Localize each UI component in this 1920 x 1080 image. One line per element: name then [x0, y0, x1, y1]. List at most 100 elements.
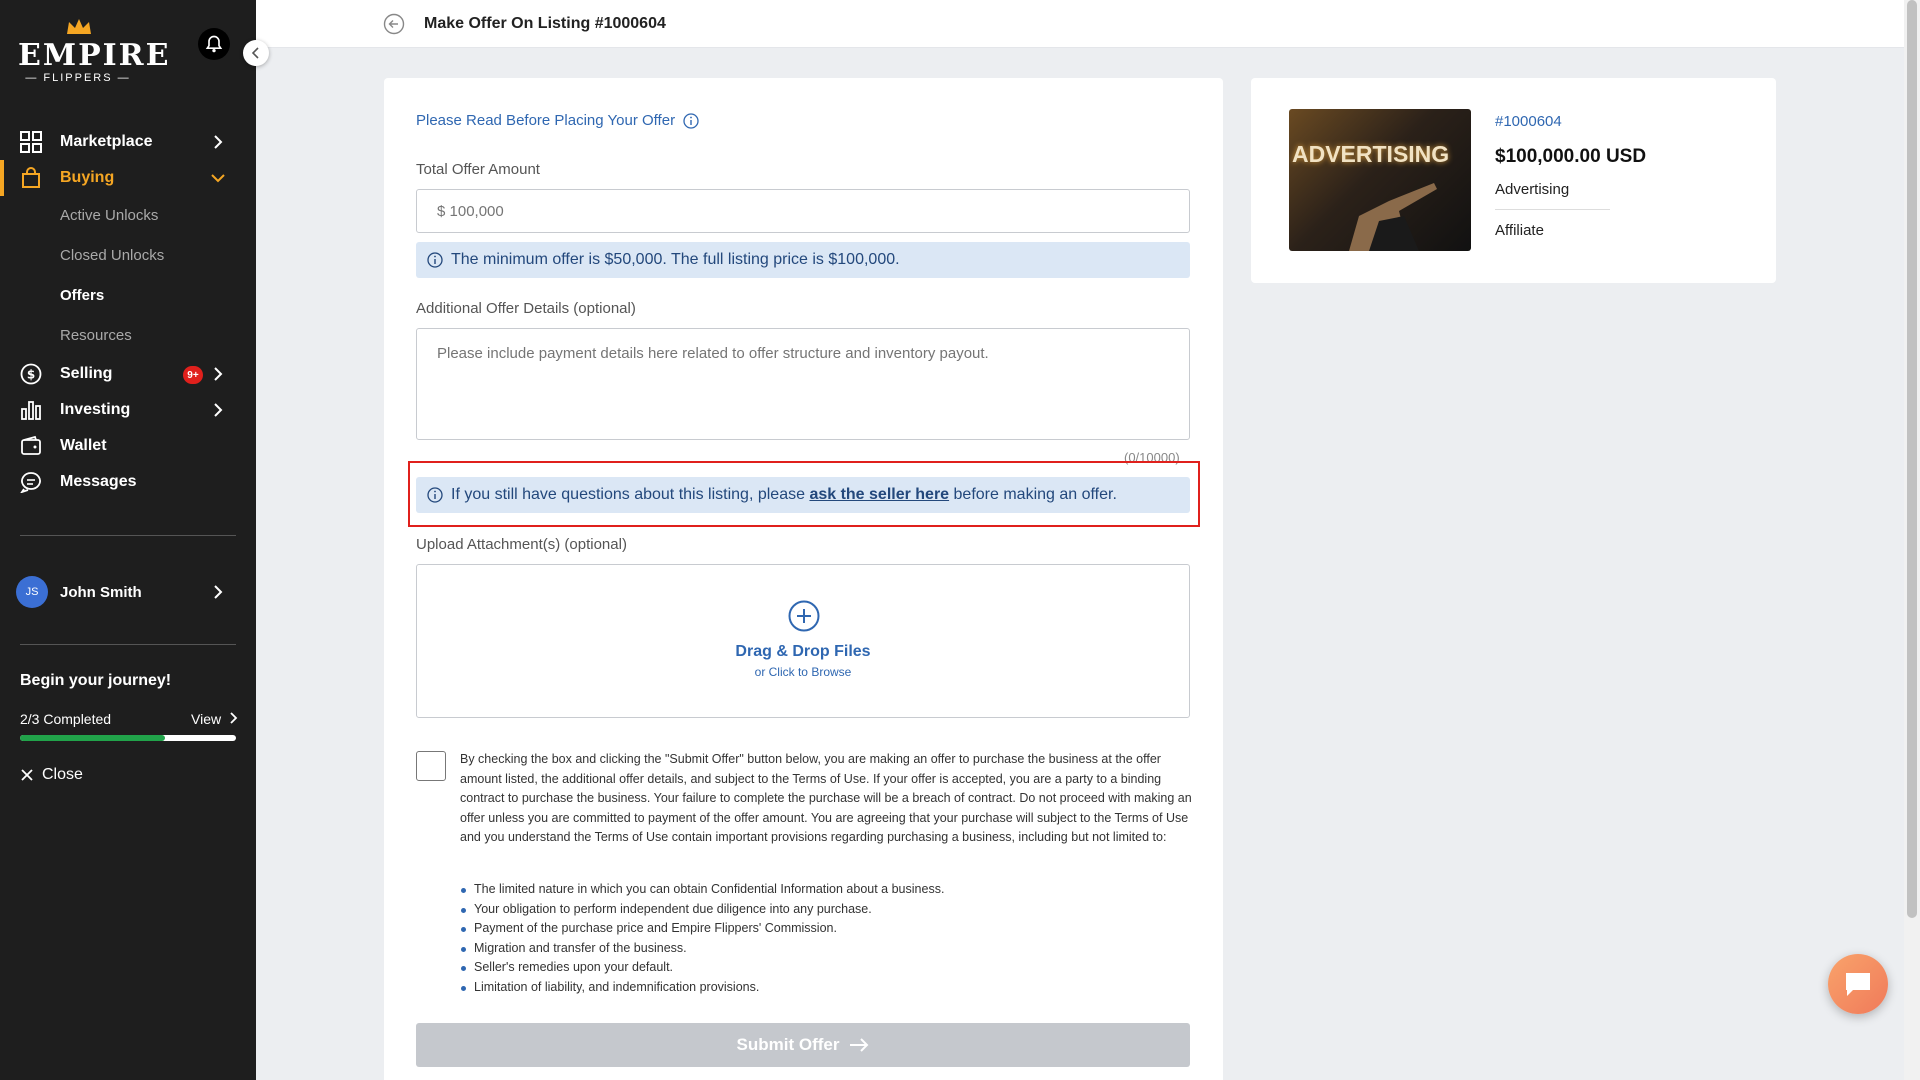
nav-buying[interactable]: Buying [0, 160, 256, 196]
chevron-right-icon [214, 367, 223, 381]
listing-summary-card: ADVERTISING #1000604 $100,000.00 USD Adv… [1251, 78, 1776, 283]
listing-divider [1495, 209, 1610, 210]
min-offer-prefix: The minimum offer is [451, 251, 605, 268]
min-offer-text: The minimum offer is $50,000. The full l… [451, 251, 900, 269]
pointing-hand-image [1349, 183, 1437, 251]
details-label: Additional Offer Details (optional) [416, 300, 636, 317]
ask-seller-info: If you still have questions about this l… [416, 477, 1190, 513]
questions-suffix: before making an offer. [949, 486, 1117, 503]
chevron-right-icon [214, 135, 223, 149]
journey-progress-text: 2/3 Completed [20, 711, 112, 727]
selling-notification-badge: 9+ [183, 366, 203, 384]
info-icon [683, 112, 699, 129]
listing-thumbnail[interactable]: ADVERTISING [1289, 109, 1471, 251]
nav-messages[interactable]: Messages [0, 464, 256, 500]
journey-close-button[interactable]: Close [20, 766, 83, 784]
bell-icon [205, 35, 223, 53]
full-price-value: $100,000 [828, 251, 896, 268]
list-item: Your obligation to perform independent d… [460, 900, 1192, 920]
nav-messages-label: Messages [60, 473, 137, 490]
nav-marketplace[interactable]: Marketplace [0, 124, 256, 160]
nav-buying-label: Buying [60, 169, 115, 186]
grid-icon [20, 131, 42, 153]
nav-wallet-label: Wallet [60, 437, 107, 454]
agree-terms-checkbox[interactable] [416, 751, 446, 781]
close-icon [21, 769, 33, 781]
listing-price: $100,000.00 USD [1495, 146, 1647, 167]
total-offer-input[interactable] [416, 189, 1190, 233]
submit-offer-label: Submit Offer [736, 1035, 840, 1054]
logo-wordmark: EMPIRE [18, 38, 171, 73]
list-item: Payment of the purchase price and Empire… [460, 919, 1192, 939]
add-circle-icon [788, 600, 820, 632]
chat-bubble-icon [1846, 973, 1870, 996]
ask-seller-link[interactable]: ask the seller here [809, 486, 949, 503]
user-name: John Smith [60, 584, 142, 601]
list-item: Limitation of liability, and indemnifica… [460, 978, 1192, 998]
journey-progress-fill [20, 735, 165, 741]
offer-form-card: Please Read Before Placing Your Offer To… [384, 78, 1223, 1080]
bar-chart-icon [21, 401, 41, 420]
notifications-button[interactable] [198, 28, 230, 60]
list-item: The limited nature in which you can obta… [460, 880, 1192, 900]
message-bubble-icon [20, 472, 41, 493]
journey-title: Begin your journey! [20, 672, 172, 689]
journey-view-link[interactable]: View [191, 711, 238, 727]
active-indicator [0, 160, 4, 196]
chevron-right-icon [214, 403, 223, 417]
nav-selling[interactable]: $ Selling 9+ [0, 356, 256, 392]
chevron-down-icon [211, 174, 225, 183]
journey-close-label: Close [42, 766, 83, 783]
empire-flippers-logo[interactable]: EMPIRE — FLIPPERS — [18, 18, 171, 84]
nav-wallet[interactable]: Wallet [0, 428, 256, 464]
chevron-left-icon [251, 47, 259, 59]
sidebar: EMPIRE — FLIPPERS — Marketplace Buying A… [0, 0, 256, 1080]
back-arrow-icon[interactable] [383, 13, 405, 35]
logo-subtitle: — FLIPPERS — [25, 72, 131, 84]
list-item: Seller's remedies upon your default. [460, 958, 1192, 978]
listing-category: Advertising [1495, 181, 1570, 198]
nav-closed-unlocks[interactable]: Closed Unlocks [60, 247, 164, 264]
arrow-right-icon [850, 1038, 869, 1052]
submit-offer-button[interactable]: Submit Offer [416, 1023, 1190, 1067]
listing-monetization: Affiliate [1495, 222, 1544, 239]
page-title: Make Offer On Listing #1000604 [424, 15, 666, 32]
nav-investing[interactable]: Investing [0, 392, 256, 428]
collapse-sidebar-button[interactable] [243, 40, 269, 66]
offer-details-textarea[interactable] [416, 328, 1190, 440]
scrollbar-thumb[interactable] [1907, 0, 1917, 918]
nav-active-unlocks[interactable]: Active Unlocks [60, 207, 158, 224]
top-bar: Make Offer On Listing #1000604 [256, 0, 1904, 48]
user-menu[interactable]: JS John Smith [0, 572, 256, 612]
chevron-right-icon [214, 585, 223, 599]
shopping-bag-icon [22, 167, 40, 188]
nav-offers[interactable]: Offers [60, 287, 104, 304]
sidebar-divider [20, 644, 236, 645]
read-before-offer-link[interactable]: Please Read Before Placing Your Offer [416, 112, 699, 129]
upload-label: Upload Attachment(s) (optional) [416, 536, 627, 553]
wallet-icon [21, 435, 41, 455]
thumbnail-text: ADVERTISING [1292, 141, 1450, 167]
avatar: JS [16, 576, 48, 608]
svg-text:$: $ [27, 368, 35, 382]
listing-id-link[interactable]: #1000604 [1495, 113, 1562, 130]
list-item: Migration and transfer of the business. [460, 939, 1192, 959]
min-offer-mid: . The full listing price is [662, 251, 829, 268]
chat-support-button[interactable] [1828, 954, 1888, 1014]
dollar-circle-icon: $ [20, 363, 42, 385]
total-offer-label: Total Offer Amount [416, 161, 540, 178]
nav-marketplace-label: Marketplace [60, 133, 153, 150]
nav-investing-label: Investing [60, 401, 131, 418]
journey-progress-bar [20, 735, 236, 741]
upload-browse-link[interactable]: or Click to Browse [417, 665, 1189, 679]
terms-text: By checking the box and clicking the "Su… [460, 752, 1192, 844]
sidebar-divider [20, 535, 236, 536]
read-before-offer-label: Please Read Before Placing Your Offer [416, 112, 676, 129]
nav-resources[interactable]: Resources [60, 327, 132, 344]
file-upload-dropzone[interactable]: Drag & Drop Files or Click to Browse [416, 564, 1190, 718]
questions-prefix: If you still have questions about this l… [451, 486, 810, 503]
terms-list: The limited nature in which you can obta… [460, 880, 1192, 997]
info-icon [427, 252, 443, 268]
journey-view-label: View [191, 711, 222, 727]
crown-icon [67, 19, 91, 34]
